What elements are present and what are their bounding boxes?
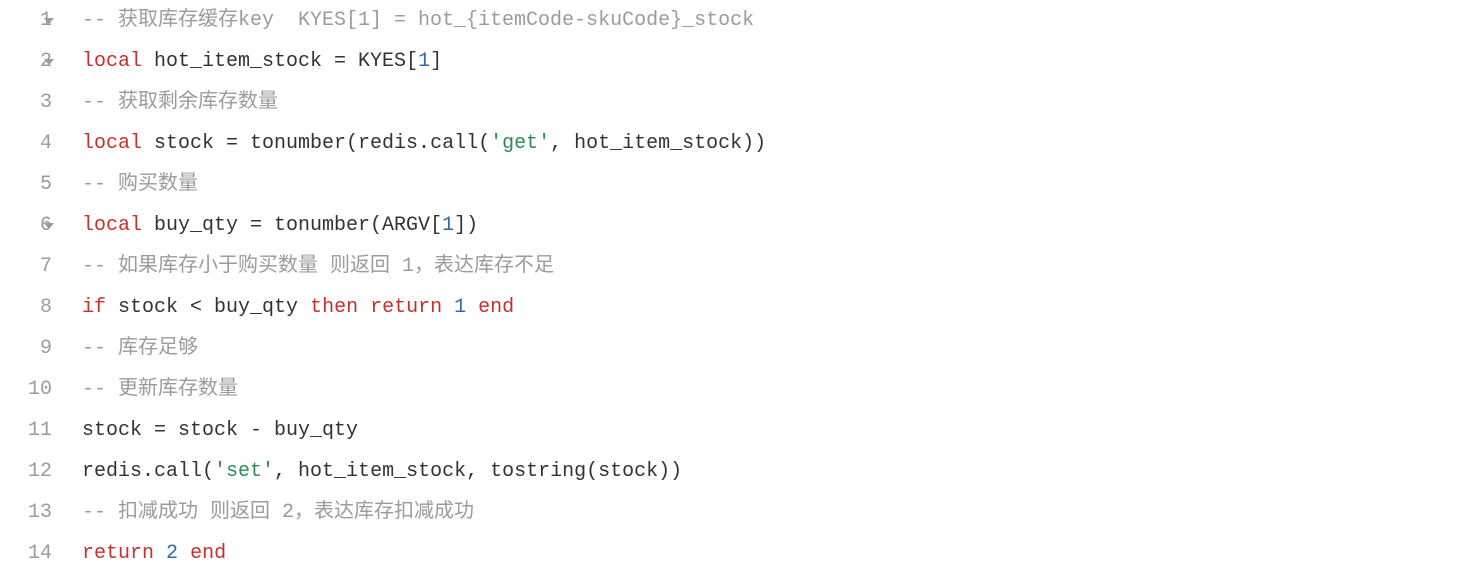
line-number: 12 [0,451,52,492]
token-keyword: end [190,542,226,565]
line-number-text: 5 [40,173,52,196]
token-identifier: , hot_item_stock, tostring(stock)) [274,460,682,483]
line-number-gutter: 1234567891011121314 [0,0,70,574]
token-identifier: hot_item_stock = KYES[ [142,50,418,73]
token-string: 'get' [490,132,550,155]
code-line[interactable]: redis.call('set', hot_item_stock, tostri… [82,451,1464,492]
token-identifier: ]) [454,214,478,237]
token-keyword: local [82,132,142,155]
code-line[interactable]: stock = stock - buy_qty [82,410,1464,451]
token-identifier: stock = stock - buy_qty [82,419,358,442]
code-line[interactable]: -- 扣减成功 则返回 2，表达库存扣减成功 [82,492,1464,533]
token-keyword: local [82,50,142,73]
token-comment: -- 更新库存数量 [82,378,238,401]
fold-toggle-icon[interactable] [44,59,54,65]
line-number: 3 [0,82,52,123]
fold-toggle-icon[interactable] [44,223,54,229]
code-editor[interactable]: -- 获取库存缓存key KYES[1] = hot_{itemCode-sku… [70,0,1464,574]
token-identifier [358,296,370,319]
token-number: 1 [442,214,454,237]
token-identifier: , hot_item_stock)) [550,132,766,155]
line-number-text: 4 [40,132,52,155]
token-number: 2 [166,542,178,565]
line-number-text: 11 [28,419,52,442]
line-number: 2 [0,41,52,82]
token-identifier [178,542,190,565]
token-string: 'set' [214,460,274,483]
token-identifier [466,296,478,319]
code-line[interactable]: local stock = tonumber(redis.call('get',… [82,123,1464,164]
line-number-text: 8 [40,296,52,319]
line-number-text: 3 [40,91,52,114]
code-line[interactable]: -- 库存足够 [82,328,1464,369]
token-comment: -- 库存足够 [82,337,198,360]
line-number: 7 [0,246,52,287]
token-keyword: end [478,296,514,319]
token-keyword: then [310,296,358,319]
token-identifier: ] [430,50,442,73]
line-number: 1 [0,0,52,41]
token-keyword: return [370,296,442,319]
token-keyword: return [82,542,154,565]
token-identifier: stock = tonumber(redis.call( [142,132,490,155]
line-number-text: 12 [28,460,52,483]
line-number-text: 9 [40,337,52,360]
token-comment: -- 如果库存小于购买数量 则返回 1，表达库存不足 [82,255,554,278]
code-line[interactable]: local buy_qty = tonumber(ARGV[1]) [82,205,1464,246]
line-number: 13 [0,492,52,533]
code-line[interactable]: return 2 end [82,533,1464,574]
line-number: 6 [0,205,52,246]
line-number: 8 [0,287,52,328]
token-comment: -- 获取库存缓存key KYES[1] = hot_{itemCode-sku… [82,9,754,32]
line-number: 10 [0,369,52,410]
fold-toggle-icon[interactable] [44,18,54,24]
line-number: 9 [0,328,52,369]
code-line[interactable]: if stock < buy_qty then return 1 end [82,287,1464,328]
line-number: 11 [0,410,52,451]
token-number: 1 [418,50,430,73]
token-keyword: local [82,214,142,237]
code-line[interactable]: -- 获取库存缓存key KYES[1] = hot_{itemCode-sku… [82,0,1464,41]
line-number-text: 10 [28,378,52,401]
token-keyword: if [82,296,106,319]
token-comment: -- 购买数量 [82,173,198,196]
token-comment: -- 获取剩余库存数量 [82,91,278,114]
token-comment: -- 扣减成功 则返回 2，表达库存扣减成功 [82,501,474,524]
code-line[interactable]: -- 如果库存小于购买数量 则返回 1，表达库存不足 [82,246,1464,287]
line-number: 4 [0,123,52,164]
line-number-text: 7 [40,255,52,278]
line-number-text: 13 [28,501,52,524]
token-number: 1 [454,296,466,319]
line-number: 5 [0,164,52,205]
code-line[interactable]: -- 获取剩余库存数量 [82,82,1464,123]
line-number-text: 14 [28,542,52,565]
token-identifier [154,542,166,565]
line-number: 14 [0,533,52,574]
code-line[interactable]: local hot_item_stock = KYES[1] [82,41,1464,82]
token-identifier: buy_qty = tonumber(ARGV[ [142,214,442,237]
code-line[interactable]: -- 购买数量 [82,164,1464,205]
code-line[interactable]: -- 更新库存数量 [82,369,1464,410]
token-identifier: stock < buy_qty [106,296,310,319]
token-identifier [442,296,454,319]
token-identifier: redis.call( [82,460,214,483]
